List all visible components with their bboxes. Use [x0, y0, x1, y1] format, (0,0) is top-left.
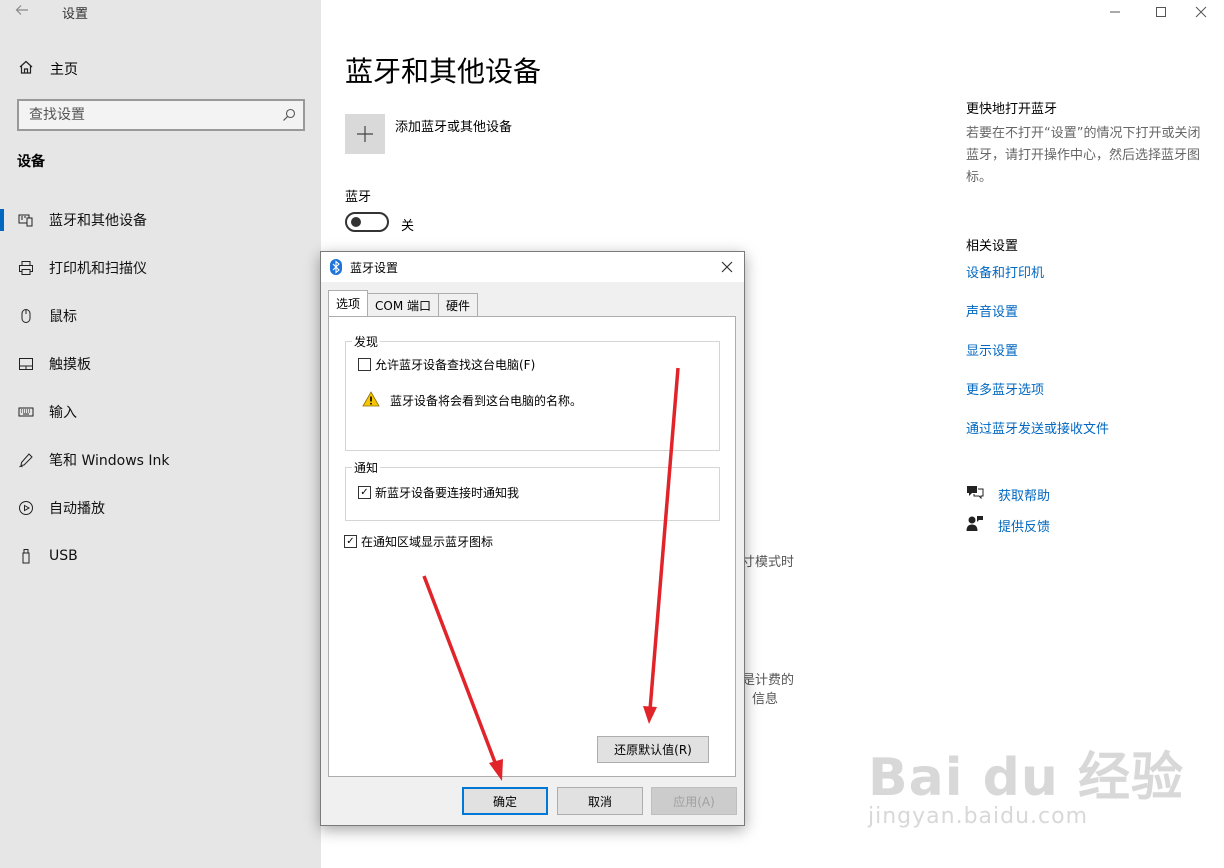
get-help-link[interactable]: 获取帮助: [966, 484, 1050, 504]
restore-defaults-button[interactable]: 还原默认值(R): [597, 736, 709, 763]
help-chat-icon: [966, 484, 984, 504]
baidu-jingyan-watermark: Bai du 经验 jingyan.baidu.com: [868, 735, 1184, 829]
back-arrow-icon[interactable]: [14, 2, 36, 22]
home-nav[interactable]: 主页: [18, 58, 78, 80]
sidebar-item-typing[interactable]: 输入: [0, 388, 321, 436]
sidebar-item-label: 输入: [49, 405, 77, 421]
feedback-label: 提供反馈: [998, 519, 1051, 535]
partial-text: 是计费的: [742, 673, 795, 688]
quick-heading: 更快地打开蓝牙: [966, 102, 1058, 117]
sidebar-item-touchpad[interactable]: 触摸板: [0, 340, 321, 388]
bluetooth-devices-icon: [18, 212, 34, 228]
allow-discovery-row[interactable]: 允许蓝牙设备查找这台电脑(F): [358, 356, 535, 373]
sidebar-item-label: 笔和 Windows Ink: [49, 453, 170, 469]
sidebar-item-label: 打印机和扫描仪: [49, 261, 147, 277]
quick-description: 若要在不打开“设置”的情况下打开或关闭蓝牙，请打开操作中心，然后选择蓝牙图标。: [966, 126, 1201, 185]
sidebar-nav: 蓝牙和其他设备 打印机和扫描仪 鼠标 触摸板 输入 笔和 Windows Ink…: [0, 196, 321, 580]
sidebar-item-label: USB: [49, 548, 78, 564]
toggle-knob: [351, 217, 361, 227]
link-sound-settings[interactable]: 声音设置: [966, 301, 1018, 320]
app-title: 设置: [62, 7, 89, 22]
ok-button[interactable]: 确定: [462, 787, 548, 815]
close-icon: [1195, 6, 1207, 18]
options-panel: 发现 允许蓝牙设备查找这台电脑(F) 蓝牙设备将会看到这台电脑的名称。 通知 ✓…: [328, 316, 736, 777]
search-input[interactable]: [29, 107, 269, 123]
touchpad-icon: [18, 356, 34, 372]
tab-options[interactable]: 选项: [328, 290, 369, 316]
discovery-warning: 蓝牙设备将会看到这台电脑的名称。: [362, 391, 582, 410]
autoplay-icon: [18, 500, 34, 516]
maximize-icon: [1156, 7, 1166, 17]
get-help-label: 获取帮助: [998, 488, 1051, 504]
dialog-close-button[interactable]: [716, 256, 738, 278]
section-title: 设备: [17, 154, 45, 170]
keyboard-icon: [18, 404, 34, 420]
minimize-button[interactable]: [1092, 0, 1138, 24]
sidebar-item-pen[interactable]: 笔和 Windows Ink: [0, 436, 321, 484]
toggle-state: 关: [401, 219, 415, 234]
tray-icon-label: 在通知区域显示蓝牙图标: [361, 535, 494, 549]
link-more-bluetooth[interactable]: 更多蓝牙选项: [966, 379, 1044, 398]
add-device-button[interactable]: [345, 114, 385, 154]
tab-com-ports[interactable]: COM 端口: [367, 293, 440, 316]
partial-text: 信息: [752, 692, 779, 707]
bluetooth-icon: [330, 259, 342, 275]
dialog-titlebar: 蓝牙设置: [321, 252, 744, 282]
pen-icon: [18, 452, 34, 468]
sidebar-item-label: 蓝牙和其他设备: [49, 213, 147, 229]
search-box[interactable]: [17, 99, 305, 131]
home-icon: [18, 59, 34, 79]
allow-discovery-label: 允许蓝牙设备查找这台电脑(F): [375, 358, 536, 372]
home-label: 主页: [50, 62, 78, 78]
plus-icon: [357, 126, 373, 142]
dialog-title: 蓝牙设置: [350, 261, 399, 275]
sidebar-item-label: 自动播放: [49, 501, 105, 517]
warning-text: 蓝牙设备将会看到这台电脑的名称。: [390, 394, 583, 408]
search-icon[interactable]: [281, 107, 297, 123]
warning-icon: [362, 391, 380, 410]
bluetooth-label: 蓝牙: [345, 190, 372, 205]
sidebar-item-usb[interactable]: USB: [0, 532, 321, 580]
notification-group-label: 通知: [352, 459, 381, 476]
link-send-receive-files[interactable]: 通过蓝牙发送或接收文件: [966, 418, 1109, 437]
usb-icon: [18, 548, 34, 564]
watermark-logo: Bai du 经验: [868, 748, 1184, 808]
notify-checkbox[interactable]: ✓: [358, 486, 371, 499]
add-device-label[interactable]: 添加蓝牙或其他设备: [395, 116, 512, 135]
minimize-icon: [1110, 11, 1120, 13]
feedback-person-icon: [966, 515, 984, 535]
notify-row[interactable]: ✓ 新蓝牙设备要连接时通知我: [358, 484, 519, 501]
page-title: 蓝牙和其他设备: [345, 55, 542, 88]
tray-icon-checkbox[interactable]: ✓: [344, 535, 357, 548]
allow-discovery-checkbox[interactable]: [358, 358, 371, 371]
mouse-icon: [18, 308, 34, 324]
sidebar-item-label: 鼠标: [49, 309, 77, 325]
sidebar-item-mouse[interactable]: 鼠标: [0, 292, 321, 340]
bluetooth-toggle[interactable]: [345, 212, 389, 232]
close-icon: [721, 261, 733, 273]
sidebar-item-autoplay[interactable]: 自动播放: [0, 484, 321, 532]
printer-icon: [18, 260, 34, 276]
partial-text: 寸模式时: [742, 555, 795, 570]
close-button[interactable]: [1178, 0, 1224, 24]
sidebar: 设置 主页 设备 蓝牙和其他设备 打印机和扫描仪: [0, 0, 321, 868]
related-heading: 相关设置: [966, 239, 1019, 254]
link-devices-printers[interactable]: 设备和打印机: [966, 262, 1044, 281]
tab-hardware[interactable]: 硬件: [438, 293, 479, 316]
sidebar-item-label: 触摸板: [49, 357, 91, 373]
sidebar-item-printers[interactable]: 打印机和扫描仪: [0, 244, 321, 292]
bluetooth-settings-dialog: 蓝牙设置 选项 COM 端口 硬件 发现 允许蓝牙设备查找这台电脑(F) 蓝牙设…: [320, 251, 745, 826]
tray-icon-row[interactable]: ✓ 在通知区域显示蓝牙图标: [344, 533, 493, 550]
sidebar-item-bluetooth[interactable]: 蓝牙和其他设备: [0, 196, 321, 244]
discovery-group-label: 发现: [352, 333, 381, 350]
apply-button[interactable]: 应用(A): [651, 787, 737, 815]
cancel-button[interactable]: 取消: [557, 787, 643, 815]
feedback-link[interactable]: 提供反馈: [966, 515, 1050, 535]
notify-label: 新蓝牙设备要连接时通知我: [375, 486, 520, 500]
dialog-tabs: 选项 COM 端口 硬件: [328, 290, 479, 317]
link-display-settings[interactable]: 显示设置: [966, 340, 1018, 359]
